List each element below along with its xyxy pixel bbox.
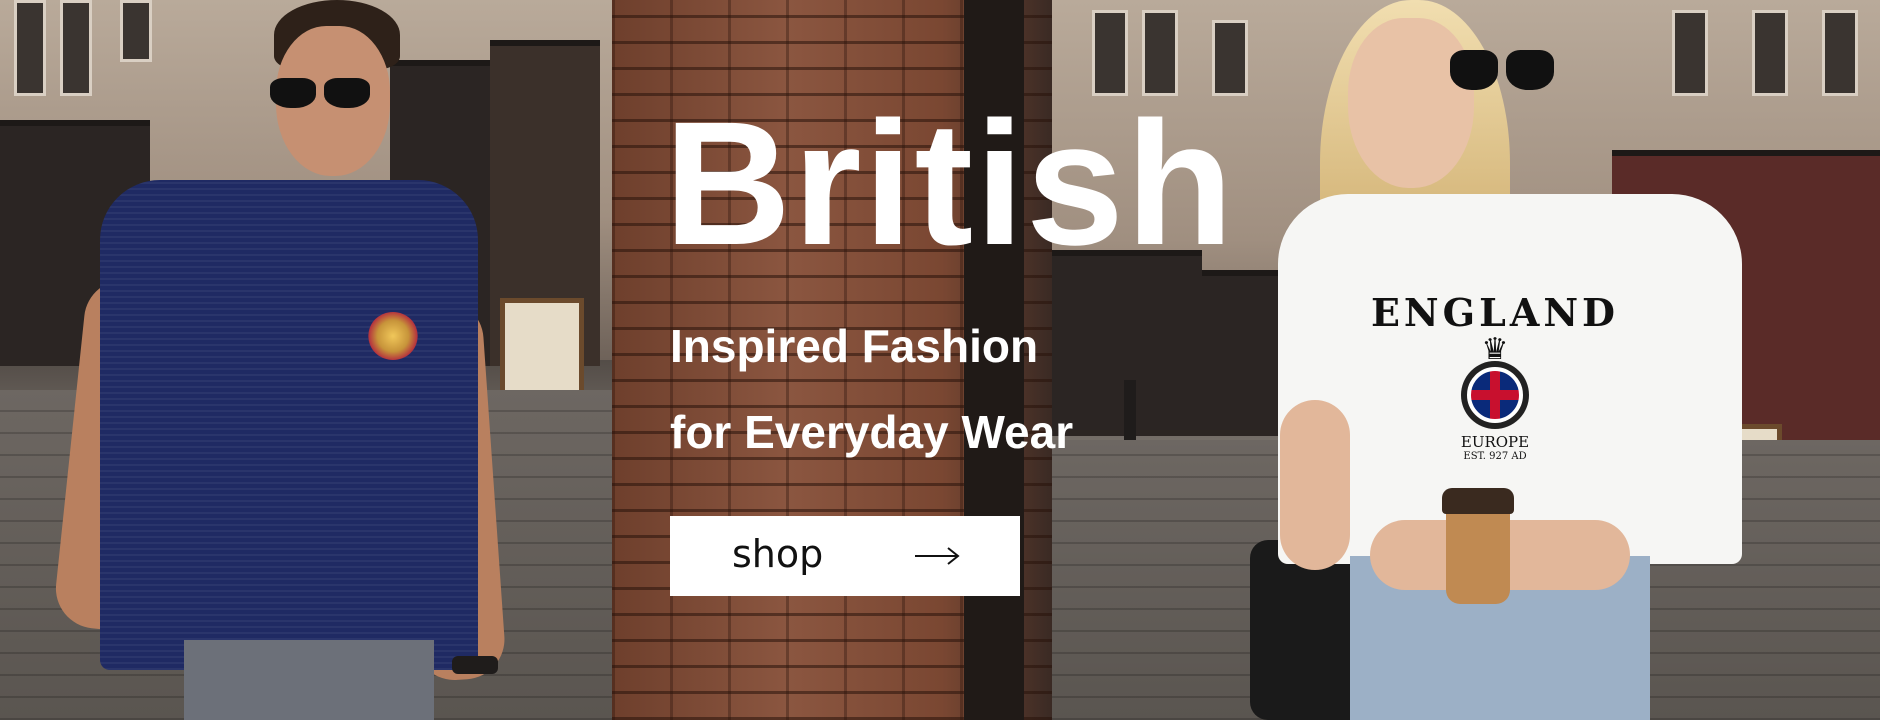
- wristwatch-icon: [452, 656, 498, 674]
- sunglasses-icon: [1450, 50, 1554, 90]
- female-model: ENGLAND ♛ EUROPE EST. 927 AD: [1240, 0, 1742, 720]
- hero-banner: British Inspired Fashion for Everyday We…: [0, 0, 1880, 720]
- crest-icon: [368, 312, 418, 360]
- headline: British: [664, 86, 1236, 282]
- crown-icon: ♛: [1481, 332, 1509, 367]
- union-jack-icon: [1467, 367, 1523, 423]
- shop-button[interactable]: shop: [670, 516, 1020, 596]
- building-window: [1092, 10, 1128, 96]
- building-window: [1752, 10, 1788, 96]
- building-window: [1142, 10, 1178, 96]
- subheadline-line-1: Inspired Fashion: [670, 320, 1039, 372]
- coffee-cup-icon: [1446, 508, 1510, 604]
- tee-text-est: EST. 927 AD: [1463, 451, 1527, 462]
- building-window: [1822, 10, 1858, 96]
- head: [1348, 18, 1474, 188]
- subheadline-line-2: for Everyday Wear: [670, 406, 1074, 458]
- male-model: [0, 0, 612, 720]
- coffee-cup-lid: [1442, 488, 1514, 514]
- arrow-right-icon: [915, 547, 960, 565]
- left-arm: [1280, 400, 1350, 570]
- tee-text-europe: EUROPE: [1460, 433, 1530, 451]
- tee-text-england: ENGLAND: [1370, 290, 1620, 335]
- navy-polo-shirt: [100, 180, 478, 670]
- grey-trousers: [184, 640, 434, 720]
- shop-button-label: shop: [732, 532, 824, 576]
- tee-graphic: ENGLAND ♛ EUROPE EST. 927 AD: [1370, 290, 1620, 462]
- sunglasses-icon: [270, 78, 370, 108]
